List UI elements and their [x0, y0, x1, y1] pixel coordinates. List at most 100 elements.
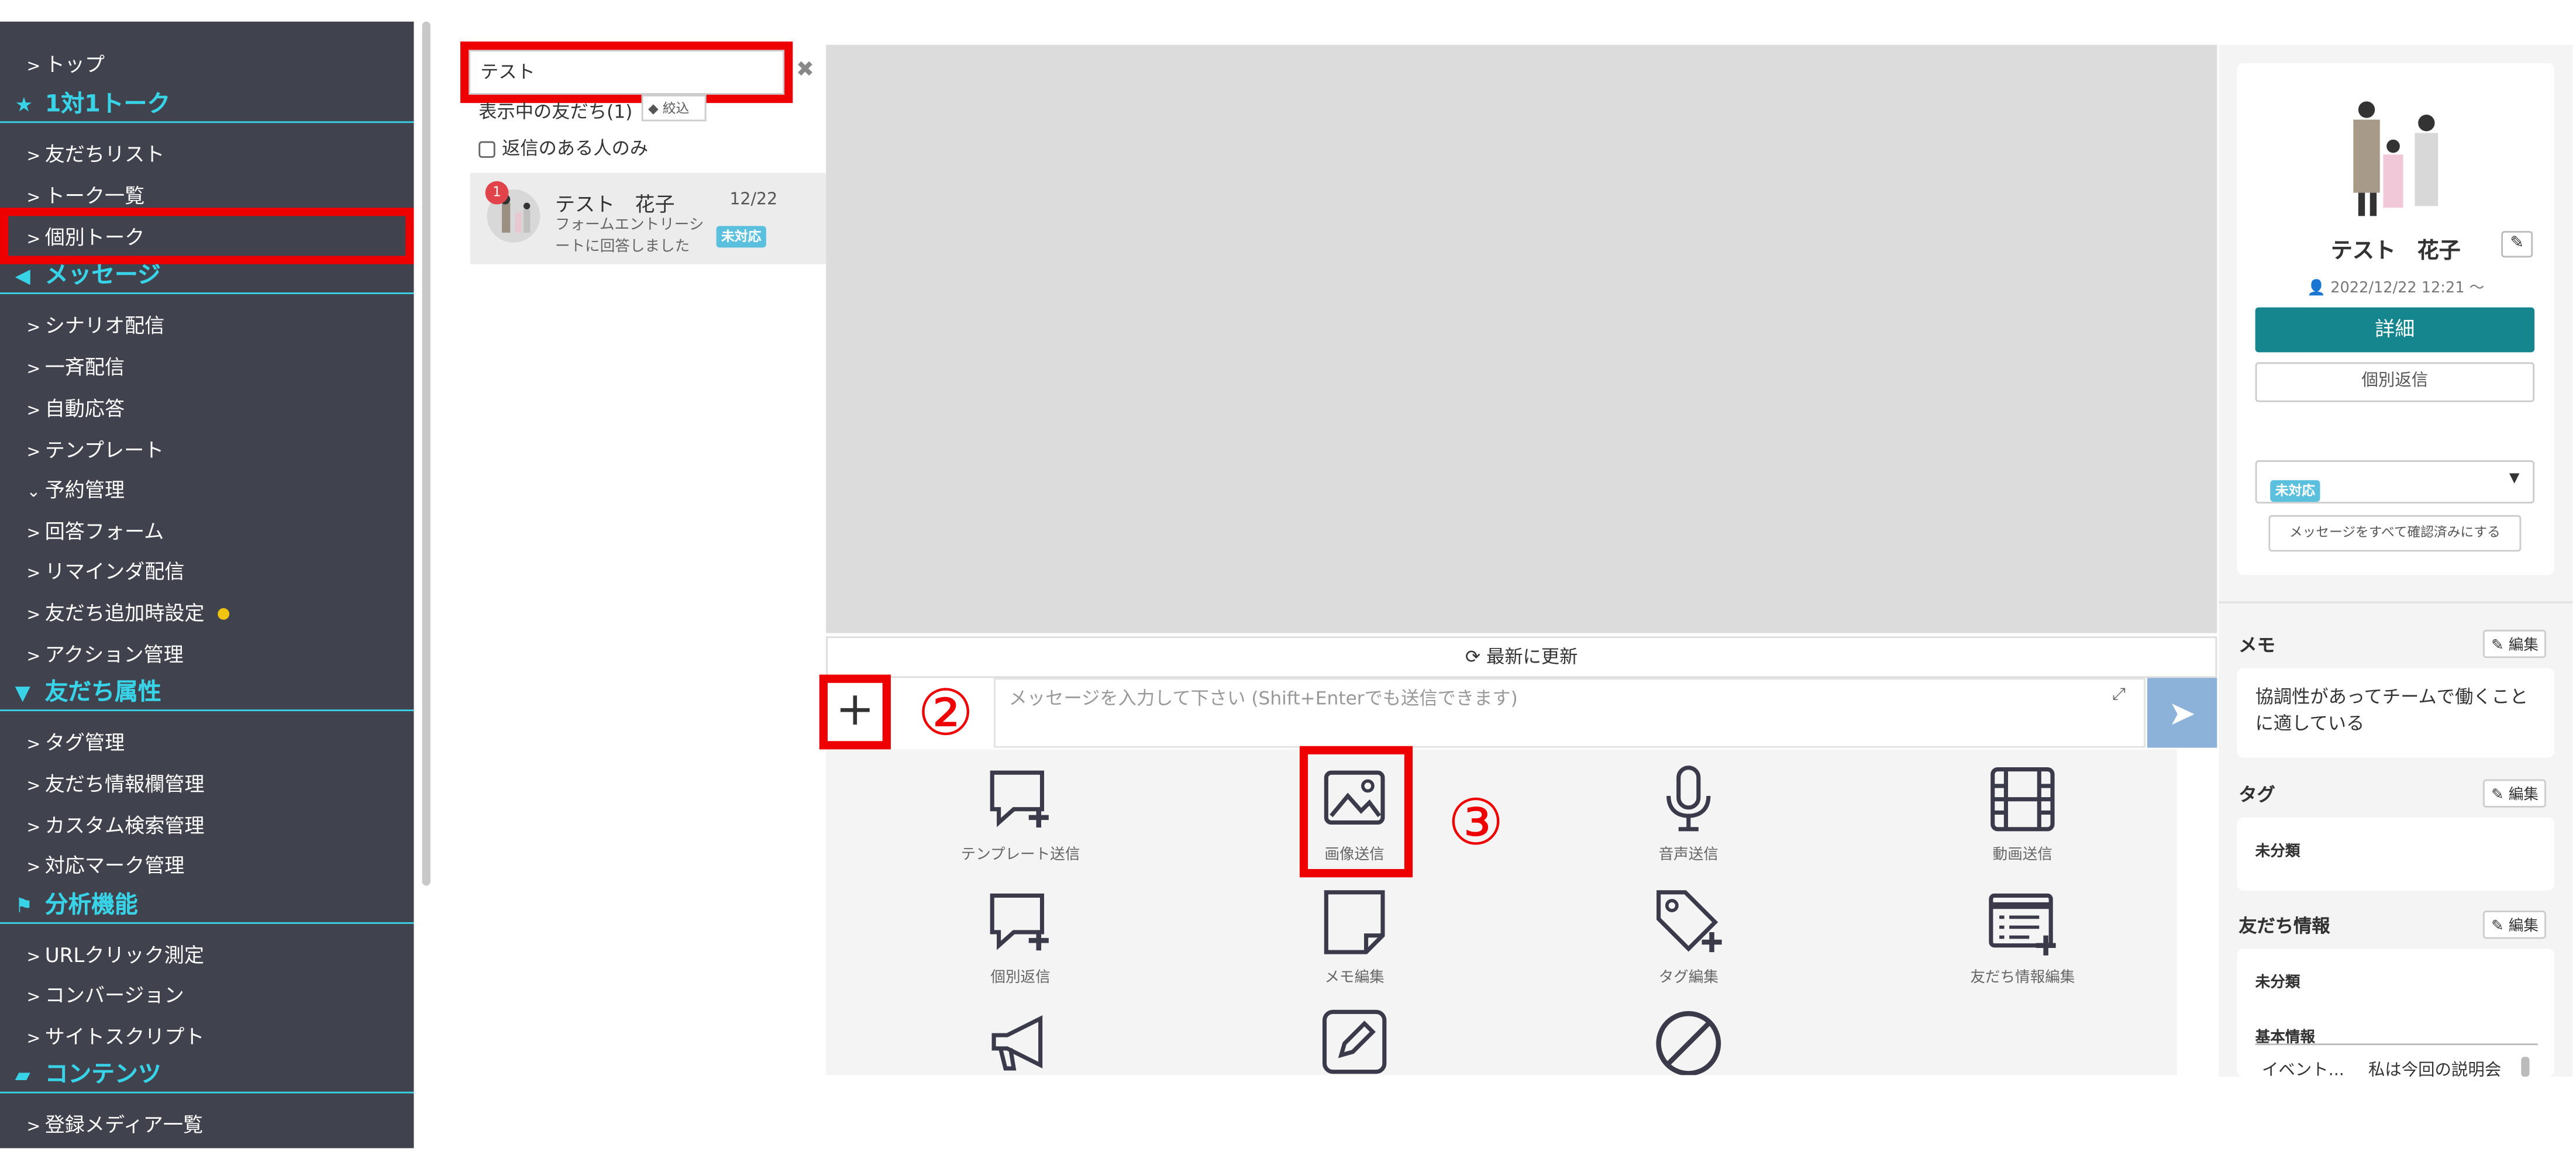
sidebar-item-scenario[interactable]: > シナリオ配信 — [26, 311, 164, 339]
friend-info-edit-button-right[interactable]: ✎ 編集 — [2482, 911, 2547, 939]
chevron-right-icon: > — [26, 819, 41, 838]
chevron-right-icon: > — [26, 360, 41, 379]
send-icon: ➤ — [2168, 692, 2196, 733]
list-plus-icon — [1989, 893, 2056, 956]
message-input[interactable]: メッセージを入力して下さい (Shift+Enterでも送信できます) — [994, 678, 2146, 748]
sidebar-item-site-script[interactable]: > サイトスクリプト — [26, 1022, 204, 1050]
friend-info-card: 未分類 基本情報 イベント... 私は今回の説明会 — [2237, 949, 2555, 1077]
reply-only-checkbox[interactable] — [478, 141, 495, 158]
status-select[interactable]: 未対応 ▼ — [2255, 460, 2534, 504]
sidebar-item-action-management[interactable]: > アクション管理 — [26, 640, 183, 668]
registered-date: 👤 2022/12/22 12:21 〜 — [2307, 281, 2485, 298]
notification-dot — [218, 608, 230, 620]
tag-card: 未分類 — [2237, 817, 2555, 891]
video-send-button[interactable]: 動画送信 — [1906, 763, 2139, 864]
chevron-right-icon: > — [26, 565, 41, 584]
sidebar-item-response-mark[interactable]: > 対応マーク管理 — [26, 851, 184, 879]
memo-card: 協調性があってチームで働くことに適している — [2237, 668, 2555, 758]
chevron-right-icon: > — [26, 1030, 41, 1049]
sidebar-item-custom-search[interactable]: > カスタム検索管理 — [26, 811, 204, 839]
memo-edit-button[interactable]: メモ編集 — [1238, 885, 1471, 987]
broadcast-action-button[interactable] — [904, 1009, 1137, 1082]
sidebar-item-media-list[interactable]: > 登録メディア一覧 — [26, 1110, 203, 1138]
chevron-right-icon: > — [26, 189, 41, 208]
sidebar-item-friend-info-fields[interactable]: > 友だち情報欄管理 — [26, 770, 204, 798]
sidebar-item-top[interactable]: > トップ — [26, 50, 105, 78]
friend-info-title: 友だち情報 — [2238, 915, 2330, 937]
sidebar-item-talk-list[interactable]: > トーク一覧 — [26, 181, 144, 209]
info-scrollbar[interactable] — [2521, 1057, 2530, 1077]
sidebar-scrollbar[interactable] — [422, 21, 431, 886]
send-button[interactable]: ➤ — [2147, 678, 2217, 748]
detail-button[interactable]: 詳細 — [2255, 307, 2534, 353]
chat-plus-icon — [990, 893, 1049, 951]
friend-last-message: フォームエントリーシートに回答しました — [555, 218, 704, 256]
film-icon — [1990, 767, 2055, 832]
sidebar-item-url-click[interactable]: > URLクリック測定 — [26, 940, 204, 968]
chevron-right-icon: > — [26, 736, 41, 754]
folder-icon: ▰ — [15, 1063, 30, 1087]
divider — [2219, 601, 2573, 604]
template-send-button[interactable]: テンプレート送信 — [904, 763, 1137, 864]
chevron-right-icon: > — [26, 525, 41, 544]
sidebar-item-friend-list[interactable]: > 友だちリスト — [26, 140, 164, 168]
sidebar-item-broadcast[interactable]: > 一斉配信 — [26, 352, 125, 380]
edit-action-button[interactable] — [1238, 1009, 1471, 1082]
filter-icon: ▼ — [15, 681, 30, 705]
annotation-three: ③ — [1447, 785, 1504, 859]
memo-edit-button-right[interactable]: ✎ 編集 — [2482, 629, 2547, 658]
divider — [2255, 1043, 2538, 1046]
chevron-right-icon: > — [26, 1118, 41, 1137]
sidebar-item-template[interactable]: > テンプレート — [26, 435, 164, 463]
edit-icon: ✎ — [2491, 919, 2504, 936]
tag-icon: ◆ — [648, 101, 659, 116]
memo-title: メモ — [2238, 635, 2275, 657]
sidebar-item-friend-add-settings[interactable]: > 友だち追加時設定 — [26, 598, 230, 626]
tag-plus-icon — [1657, 890, 1722, 953]
chevron-right-icon: > — [26, 648, 41, 667]
block-action-button[interactable] — [1572, 1009, 1805, 1082]
megaphone-icon: ◀ — [15, 264, 30, 288]
section-analytics: ⚑ 分析機能 — [0, 891, 414, 924]
chevron-right-icon: > — [26, 949, 41, 967]
section-message: ◀ メッセージ — [0, 261, 414, 294]
individual-reply-button-profile[interactable]: 個別返信 — [2255, 362, 2534, 402]
tag-edit-button-right[interactable]: ✎ 編集 — [2482, 779, 2547, 808]
voice-send-button[interactable]: 音声送信 — [1572, 763, 1805, 864]
clear-search-icon[interactable]: ✖ — [796, 58, 814, 83]
info-row-key: イベント... — [2262, 1061, 2344, 1077]
highlight-box-image-send — [1299, 746, 1413, 878]
chevron-right-icon: > — [26, 319, 41, 337]
chevron-right-icon: > — [26, 606, 41, 625]
refresh-button[interactable]: ⟳ 最新に更新 — [826, 636, 2217, 678]
mark-all-read-button[interactable]: メッセージをすべて確認済みにする — [2268, 515, 2522, 552]
sidebar-item-conversion[interactable]: > コンバージョン — [26, 980, 184, 1008]
friend-list-item[interactable]: 1 テスト 花子 12/22 フォームエントリーシートに回答しました 未対応 — [470, 173, 826, 264]
sidebar-item-reservation[interactable]: ⌄ 予約管理 — [26, 475, 125, 504]
megaphone-icon — [991, 1015, 1043, 1071]
friend-info-edit-button[interactable]: 友だち情報編集 — [1906, 885, 2139, 987]
tag-edit-button[interactable]: タグ編集 — [1572, 885, 1805, 987]
friend-name: テスト 花子 — [555, 192, 675, 216]
annotation-two: ② — [917, 676, 974, 750]
edit-icon: ✎ — [2491, 638, 2504, 655]
star-icon: ★ — [15, 93, 33, 116]
sidebar-item-auto-reply[interactable]: > 自動応答 — [26, 394, 125, 422]
sidebar-item-reminder[interactable]: > リマインダ配信 — [26, 557, 184, 585]
sidebar: > トップ ★ 1対1トーク > 友だちリスト > トーク一覧 > 個別トーク ◀ メッセー… — [0, 21, 414, 1149]
filter-button[interactable]: ◆ 絞込 — [641, 94, 707, 122]
sidebar-item-tag-management[interactable]: > タグ管理 — [26, 728, 125, 756]
highlight-box-plus — [819, 674, 891, 750]
individual-reply-button[interactable]: 個別返信 — [904, 885, 1137, 987]
expand-icon[interactable]: ⤢ — [2112, 686, 2126, 704]
block-icon — [1656, 1011, 1721, 1075]
edit-name-icon[interactable]: ✎ — [2501, 230, 2533, 258]
section-one-to-one-talk: ★ 1対1トーク — [0, 89, 414, 123]
highlight-box-individual-talk — [0, 208, 414, 264]
sidebar-item-answer-form[interactable]: > 回答フォーム — [26, 517, 164, 545]
edit-icon: ✎ — [2491, 787, 2504, 805]
reply-only-filter[interactable]: 返信のある人のみ — [478, 135, 648, 161]
microphone-icon — [1666, 766, 1711, 832]
flag-icon: ⚑ — [15, 894, 33, 918]
unread-count-badge: 1 — [485, 181, 509, 205]
